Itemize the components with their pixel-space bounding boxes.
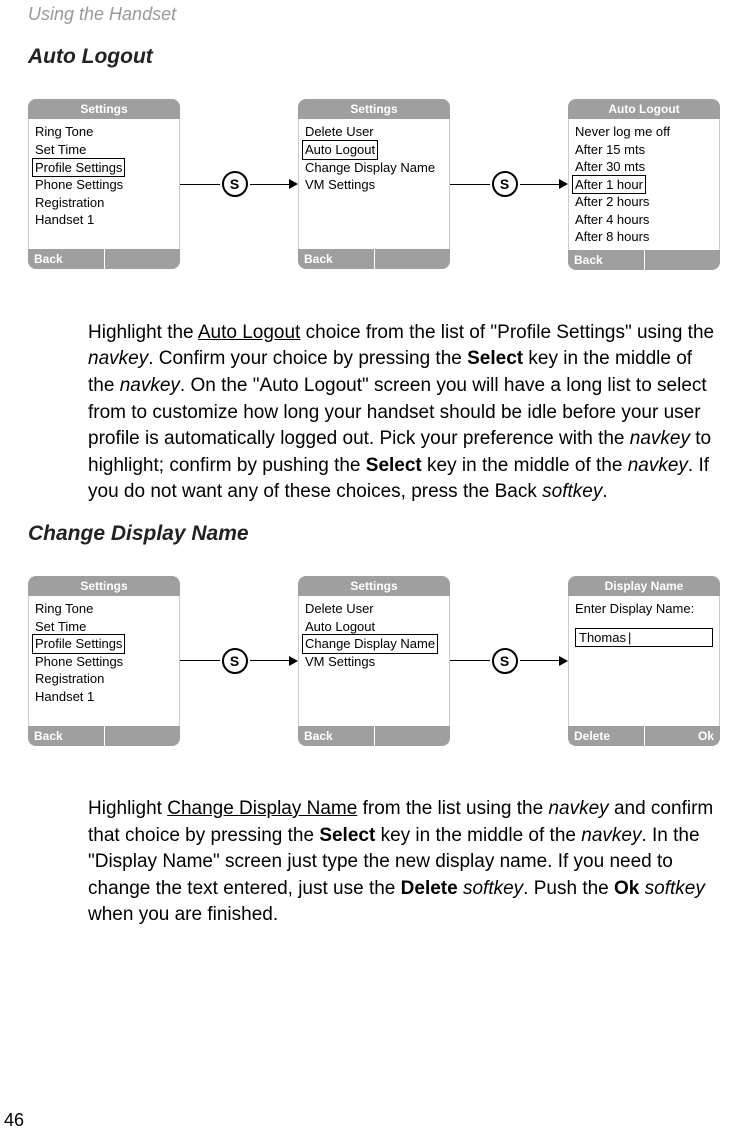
softkey-left[interactable]: Back xyxy=(28,726,105,746)
flow-connector: S xyxy=(450,171,568,197)
screen-body: Never log me off After 15 mts After 30 m… xyxy=(568,119,720,250)
menu-item: After 15 mts xyxy=(575,141,713,159)
screen-settings-profile-2: Settings Delete User Auto Logout Change … xyxy=(298,576,450,746)
softkey-right[interactable]: Ok xyxy=(645,726,721,746)
menu-item-highlighted: Auto Logout xyxy=(305,141,443,159)
menu-item: Handset 1 xyxy=(35,211,173,229)
prompt-label: Enter Display Name: xyxy=(575,600,713,618)
flow-connector: S xyxy=(180,648,298,674)
softkey-left[interactable]: Back xyxy=(298,249,375,269)
select-key-icon: S xyxy=(222,171,248,197)
section-title-change-display-name: Change Display Name xyxy=(28,522,720,546)
menu-item: Phone Settings xyxy=(35,176,173,194)
softkey-left[interactable]: Back xyxy=(568,250,645,270)
screen-title: Settings xyxy=(298,99,450,119)
screen-body: Enter Display Name: Thomas xyxy=(568,596,720,726)
menu-item-highlighted: Change Display Name xyxy=(305,635,443,653)
chapter-header: Using the Handset xyxy=(28,0,720,33)
softkey-right[interactable] xyxy=(375,249,451,269)
menu-item: Never log me off xyxy=(575,123,713,141)
screen-title: Display Name xyxy=(568,576,720,596)
flow-connector: S xyxy=(180,171,298,197)
arrow-icon xyxy=(559,179,568,189)
menu-item: Set Time xyxy=(35,141,173,159)
arrow-icon xyxy=(289,656,298,666)
screen-title: Settings xyxy=(28,576,180,596)
menu-item: Registration xyxy=(35,194,173,212)
paragraph-auto-logout: Highlight the Auto Logout choice from th… xyxy=(88,320,720,506)
section-title-auto-logout: Auto Logout xyxy=(28,45,720,69)
screen-body: Ring Tone Set Time Profile Settings Phon… xyxy=(28,596,180,726)
menu-item-highlighted: Profile Settings xyxy=(35,635,173,653)
menu-item: Change Display Name xyxy=(305,159,443,177)
screen-display-name: Display Name Enter Display Name: Thomas … xyxy=(568,576,720,746)
page-number: 46 xyxy=(4,1110,24,1131)
select-key-icon: S xyxy=(492,171,518,197)
screen-settings-profile-1: Settings Delete User Auto Logout Change … xyxy=(298,99,450,269)
menu-item: VM Settings xyxy=(305,176,443,194)
screen-footer: Back xyxy=(568,250,720,270)
screen-footer: Back xyxy=(298,249,450,269)
screen-title: Auto Logout xyxy=(568,99,720,119)
screen-footer: Delete Ok xyxy=(568,726,720,746)
paragraph-change-display-name: Highlight Change Display Name from the l… xyxy=(88,796,720,929)
softkey-right[interactable] xyxy=(105,726,181,746)
menu-item-highlighted: Profile Settings xyxy=(35,159,173,177)
flow-connector: S xyxy=(450,648,568,674)
menu-item: Auto Logout xyxy=(305,618,443,636)
softkey-right[interactable] xyxy=(645,250,721,270)
softkey-left[interactable]: Back xyxy=(298,726,375,746)
screen-footer: Back xyxy=(298,726,450,746)
screen-body: Ring Tone Set Time Profile Settings Phon… xyxy=(28,119,180,249)
menu-item: Registration xyxy=(35,670,173,688)
menu-item: Ring Tone xyxy=(35,123,173,141)
menu-item: Phone Settings xyxy=(35,653,173,671)
menu-item: After 8 hours xyxy=(575,228,713,246)
screen-body: Delete User Auto Logout Change Display N… xyxy=(298,119,450,249)
screen-auto-logout: Auto Logout Never log me off After 15 mt… xyxy=(568,99,720,270)
arrow-icon xyxy=(289,179,298,189)
screen-body: Delete User Auto Logout Change Display N… xyxy=(298,596,450,726)
select-key-icon: S xyxy=(222,648,248,674)
flow-change-display-name: Settings Ring Tone Set Time Profile Sett… xyxy=(28,576,720,746)
menu-item: Delete User xyxy=(305,600,443,618)
menu-item-highlighted: After 1 hour xyxy=(575,176,713,194)
softkey-right[interactable] xyxy=(375,726,451,746)
menu-item: After 30 mts xyxy=(575,158,713,176)
menu-item: After 2 hours xyxy=(575,193,713,211)
menu-item: VM Settings xyxy=(305,653,443,671)
menu-item: Handset 1 xyxy=(35,688,173,706)
screen-title: Settings xyxy=(28,99,180,119)
menu-item: Set Time xyxy=(35,618,173,636)
screen-footer: Back xyxy=(28,726,180,746)
menu-item: Delete User xyxy=(305,123,443,141)
softkey-right[interactable] xyxy=(105,249,181,269)
screen-settings-main-2: Settings Ring Tone Set Time Profile Sett… xyxy=(28,576,180,746)
arrow-icon xyxy=(559,656,568,666)
softkey-left[interactable]: Delete xyxy=(568,726,645,746)
screen-settings-main-1: Settings Ring Tone Set Time Profile Sett… xyxy=(28,99,180,269)
menu-item: After 4 hours xyxy=(575,211,713,229)
menu-item: Ring Tone xyxy=(35,600,173,618)
softkey-left[interactable]: Back xyxy=(28,249,105,269)
select-key-icon: S xyxy=(492,648,518,674)
screen-footer: Back xyxy=(28,249,180,269)
screen-title: Settings xyxy=(298,576,450,596)
flow-auto-logout: Settings Ring Tone Set Time Profile Sett… xyxy=(28,99,720,270)
display-name-input[interactable]: Thomas xyxy=(575,628,713,648)
